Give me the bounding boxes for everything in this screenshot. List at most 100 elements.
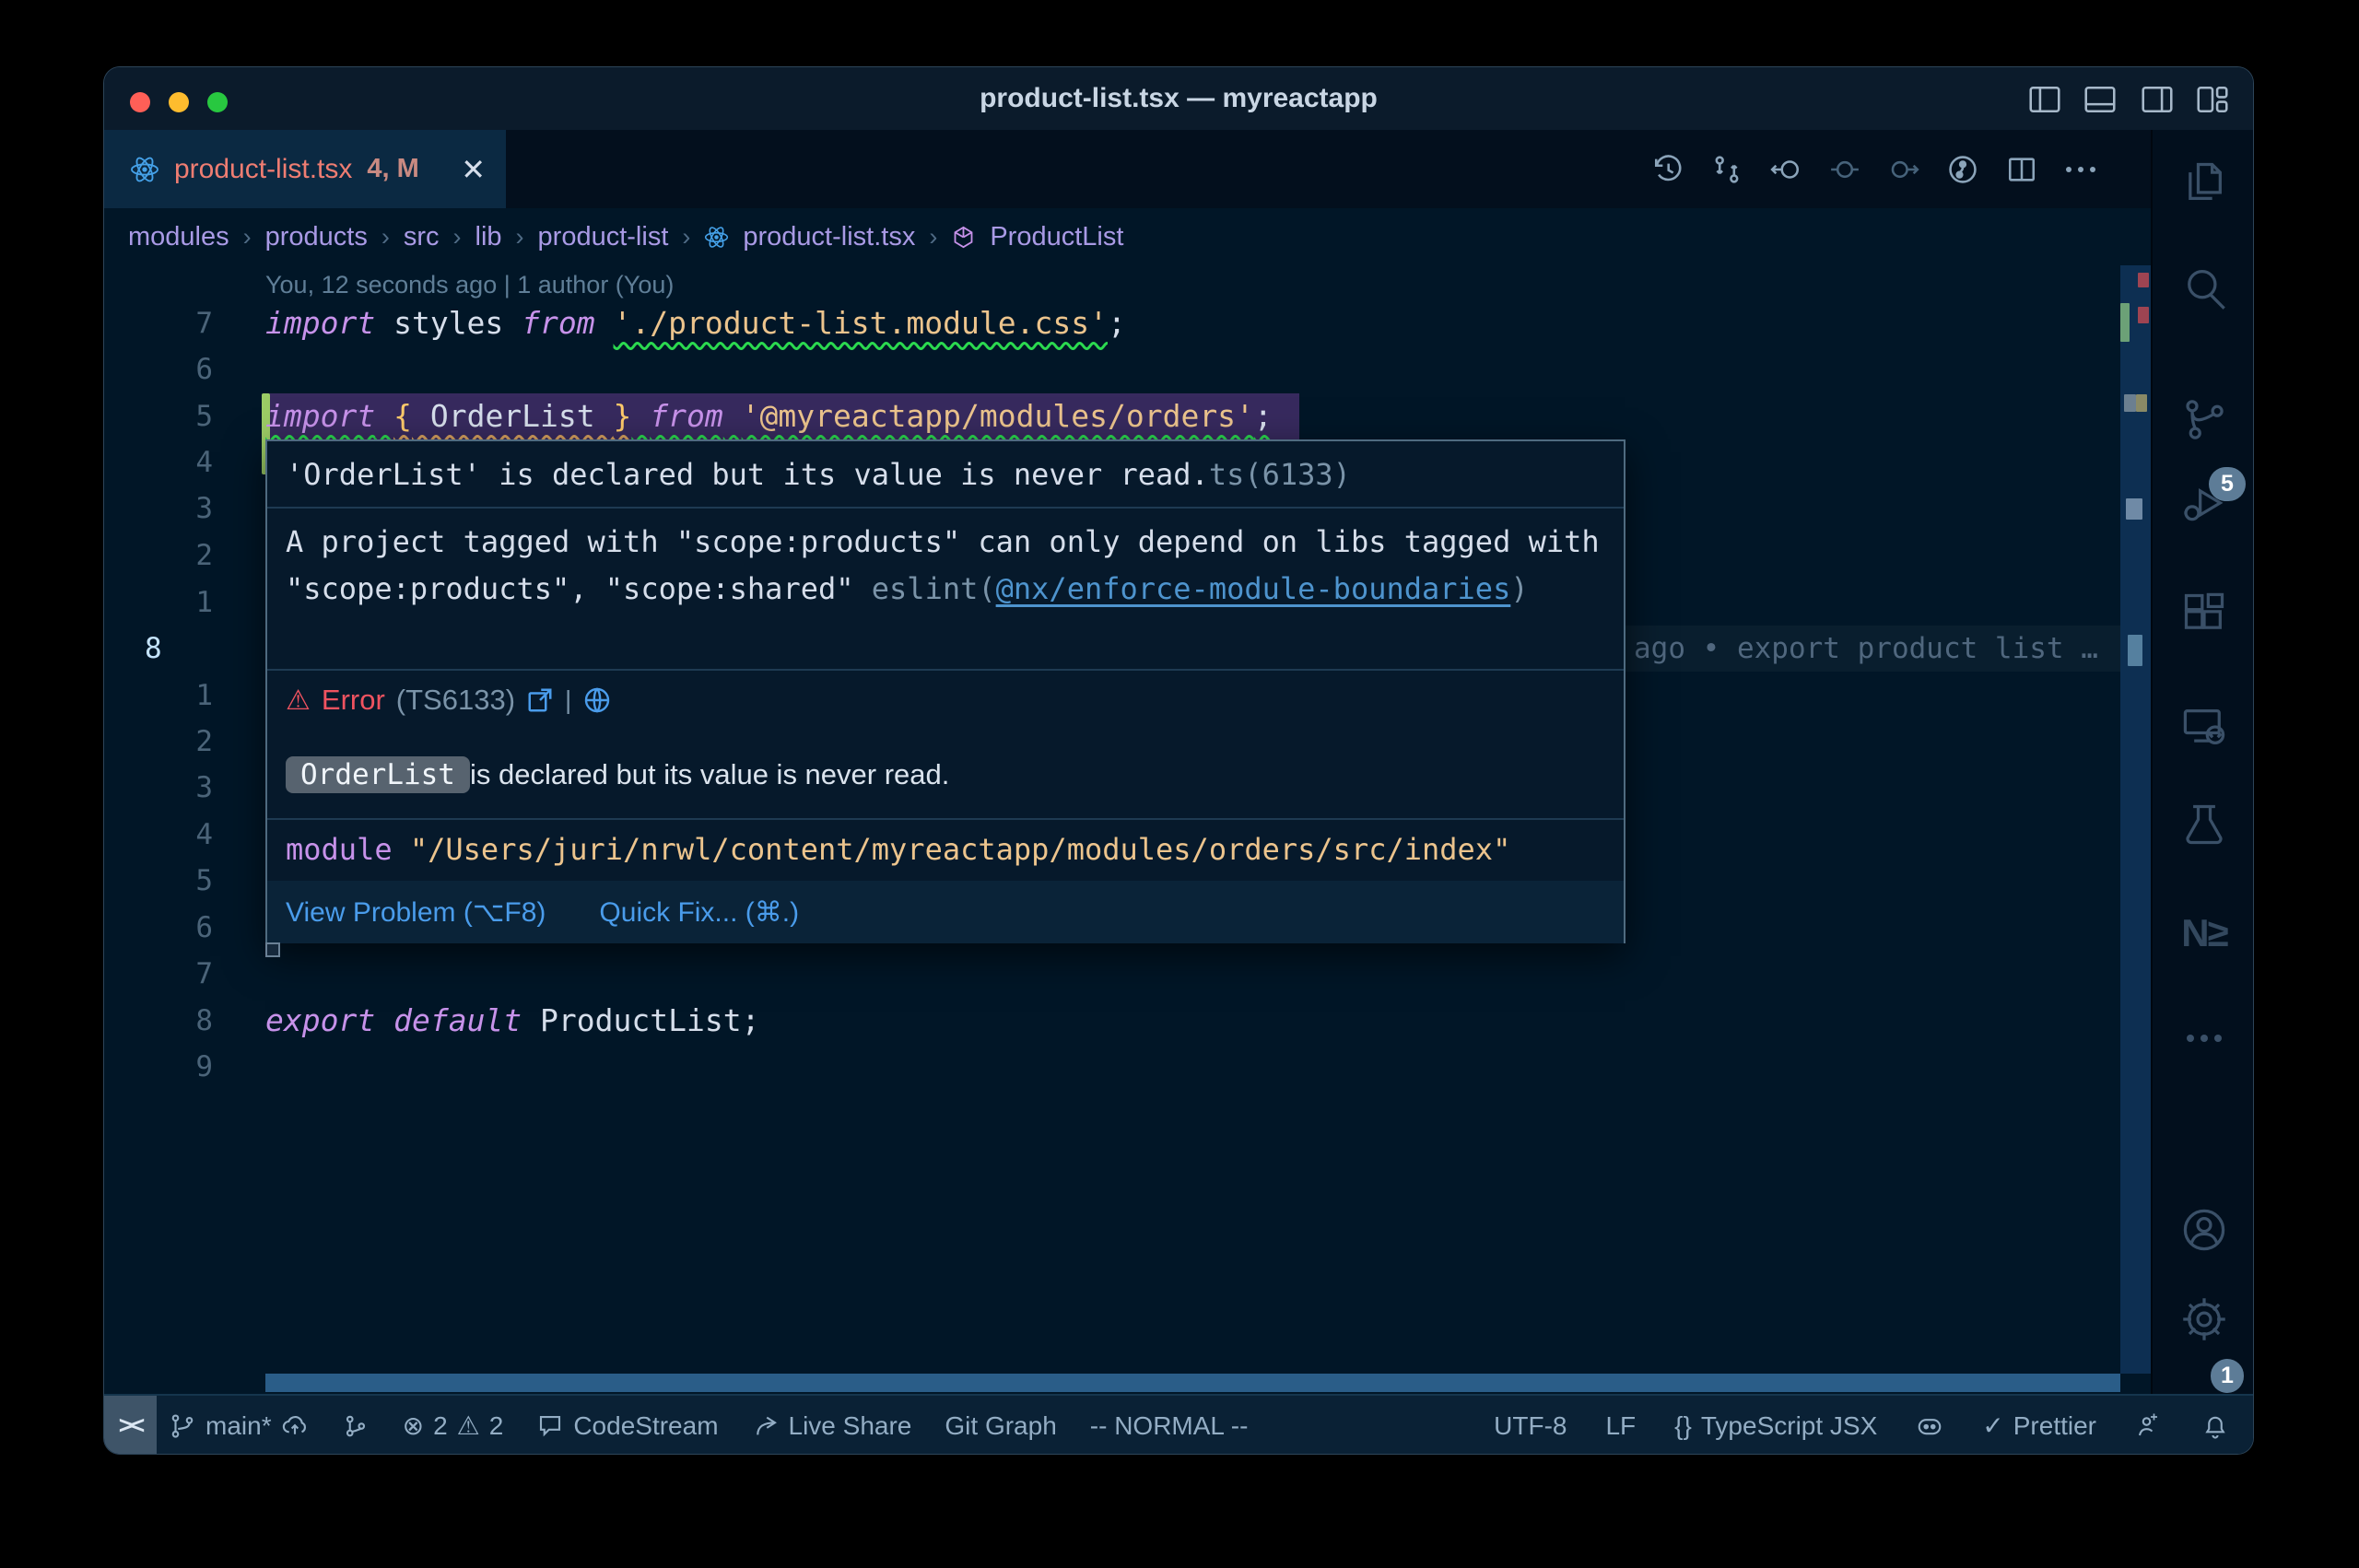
breadcrumb-symbol[interactable]: ProductList — [990, 222, 1123, 252]
customize-layout-icon[interactable] — [2191, 83, 2234, 116]
vertical-scrollbar[interactable] — [2120, 265, 2151, 1374]
line-number: 3 — [104, 486, 213, 532]
code-line-import-orderlist: import { OrderList } from '@myreactapp/m… — [265, 393, 1273, 439]
tab-product-list[interactable]: product-list.tsx 4, M ✕ — [104, 130, 506, 208]
toggle-primary-sidebar-icon[interactable] — [2024, 83, 2066, 116]
token-text: styles — [375, 305, 522, 341]
line-number: 1 — [104, 673, 213, 719]
horizontal-scrollbar[interactable] — [265, 1374, 2120, 1392]
globe-icon[interactable] — [582, 685, 612, 715]
navigate-forward-icon[interactable] — [1886, 152, 1921, 187]
split-editor-icon[interactable] — [2004, 152, 2039, 187]
token-text — [375, 398, 393, 434]
extensions-icon[interactable] — [2178, 588, 2230, 639]
line-number: 6 — [104, 346, 213, 392]
breadcrumb-product-list[interactable]: product-list — [538, 222, 669, 252]
diagnostic-source: ts(6133) — [1209, 457, 1351, 492]
token-text — [723, 398, 742, 434]
breadcrumb-separator: › — [516, 223, 524, 252]
quick-fix-action[interactable]: Quick Fix... (⌘.) — [599, 896, 799, 929]
token-identifier: OrderList — [412, 398, 614, 434]
title-bar: product-list.tsx — myreactapp — [104, 67, 2253, 130]
git-branch-item[interactable]: main* — [169, 1411, 309, 1441]
settings-badge: 1 — [2211, 1359, 2244, 1393]
remote-indicator[interactable]: >< — [104, 1396, 157, 1455]
view-problem-action[interactable]: View Problem (⌥F8) — [286, 896, 546, 929]
overview-error-mark — [2138, 307, 2149, 323]
notifications-item[interactable] — [2201, 1412, 2229, 1440]
code-line-export-default: export default ProductList; — [265, 998, 759, 1044]
navigate-back-icon[interactable] — [1768, 152, 1803, 187]
encoding-item[interactable]: UTF-8 — [1494, 1411, 1567, 1441]
vscode-window: product-list.tsx — myreactapp product-li… — [103, 66, 2254, 1455]
codelens-blame[interactable]: You, 12 seconds ago | 1 author (You) — [265, 267, 674, 302]
hover-error-body: OrderList is declared but its value is n… — [267, 731, 1624, 818]
language-mode-item[interactable]: {} TypeScript JSX — [1674, 1411, 1877, 1441]
line-number: 3 — [104, 765, 213, 811]
feedback-item[interactable] — [2135, 1412, 2163, 1440]
git-compare-icon[interactable] — [1709, 152, 1744, 187]
toggle-panel-icon[interactable] — [2079, 83, 2121, 116]
toggle-secondary-sidebar-icon[interactable] — [2136, 83, 2178, 116]
hover-ts-diagnostic: 'OrderList' is declared but its value is… — [267, 441, 1624, 507]
diagnostic-message: 'OrderList' is declared but its value is… — [286, 457, 1209, 492]
scrollbar-slider[interactable] — [2128, 635, 2142, 666]
hover-eslint-diagnostic: A project tagged with "scope:products" c… — [267, 519, 1624, 613]
breadcrumb-separator: › — [929, 223, 937, 252]
codestream-item[interactable]: CodeStream — [536, 1411, 718, 1441]
tab-close-icon[interactable]: ✕ — [461, 152, 486, 187]
nx-console-icon[interactable]: N≥ — [2178, 907, 2230, 959]
step-marker-icon[interactable] — [1827, 152, 1862, 187]
git-graph-label: Git Graph — [945, 1411, 1056, 1441]
symbol-class-icon — [951, 225, 976, 250]
status-left: main* ⊗ 2 ⚠ 2 CodeStream Live Share Git … — [169, 1396, 1248, 1455]
source-control-icon[interactable] — [2178, 394, 2230, 446]
breadcrumb-file[interactable]: product-list.tsx — [743, 222, 915, 252]
react-icon — [130, 155, 159, 184]
hover-status-bar: View Problem (⌥F8) Quick Fix... (⌘.) — [267, 881, 1624, 943]
hover-resize-grip[interactable] — [265, 942, 280, 957]
code-line-import-styles: import styles from './product-list.modul… — [265, 300, 1126, 346]
more-actions-icon[interactable] — [2063, 152, 2098, 187]
testing-beaker-icon[interactable] — [2178, 799, 2230, 850]
remote-explorer-icon[interactable] — [2178, 701, 2230, 753]
vim-mode-indicator[interactable]: -- NORMAL -- — [1090, 1411, 1249, 1441]
eslint-rule-link[interactable]: @nx/enforce-module-boundaries — [996, 571, 1511, 606]
settings-gear-icon[interactable] — [2178, 1293, 2230, 1345]
token-keyword: import — [265, 305, 375, 341]
copilot-item[interactable] — [1916, 1412, 1943, 1440]
explorer-icon[interactable] — [2178, 157, 2230, 208]
tab-bar: product-list.tsx 4, M ✕ — [104, 130, 2253, 208]
breadcrumb-products[interactable]: products — [265, 222, 368, 252]
open-external-icon[interactable] — [526, 686, 554, 714]
divider — [267, 507, 1624, 509]
live-share-item[interactable]: Live Share — [752, 1411, 912, 1441]
more-views-icon[interactable] — [2178, 1012, 2230, 1064]
breadcrumb: modules › products › src › lib › product… — [104, 208, 2048, 265]
breadcrumb-separator: › — [243, 223, 252, 252]
account-icon[interactable] — [2178, 1204, 2230, 1256]
git-graph-status-icon[interactable] — [342, 1412, 370, 1440]
token-keyword: from — [522, 305, 594, 341]
prettier-item[interactable]: ✓ Prettier — [1982, 1410, 2096, 1441]
timeline-history-icon[interactable] — [1650, 152, 1685, 187]
eol-item[interactable]: LF — [1605, 1411, 1636, 1441]
problems-item[interactable]: ⊗ 2 ⚠ 2 — [403, 1410, 504, 1441]
inline-git-blame: ago • export product list … — [1634, 626, 2098, 672]
vim-mode-label: -- NORMAL -- — [1090, 1411, 1249, 1441]
git-graph-action-icon[interactable] — [1945, 152, 1980, 187]
breadcrumb-lib[interactable]: lib — [475, 222, 502, 252]
eslint-source: ) — [1510, 571, 1528, 606]
git-graph-item[interactable]: Git Graph — [945, 1411, 1056, 1441]
braces-icon: {} — [1674, 1411, 1692, 1441]
branch-name: main* — [205, 1411, 272, 1441]
breadcrumb-modules[interactable]: modules — [128, 222, 229, 252]
eslint-source: eslint( — [872, 571, 996, 606]
token-keyword: from — [650, 398, 722, 434]
tab-problem-badge: 4, M — [367, 154, 418, 184]
search-icon[interactable] — [2178, 263, 2230, 314]
overview-warning-mark — [2136, 394, 2147, 412]
cloud-upload-icon — [281, 1412, 309, 1440]
line-number: 7 — [104, 300, 213, 346]
breadcrumb-src[interactable]: src — [404, 222, 440, 252]
